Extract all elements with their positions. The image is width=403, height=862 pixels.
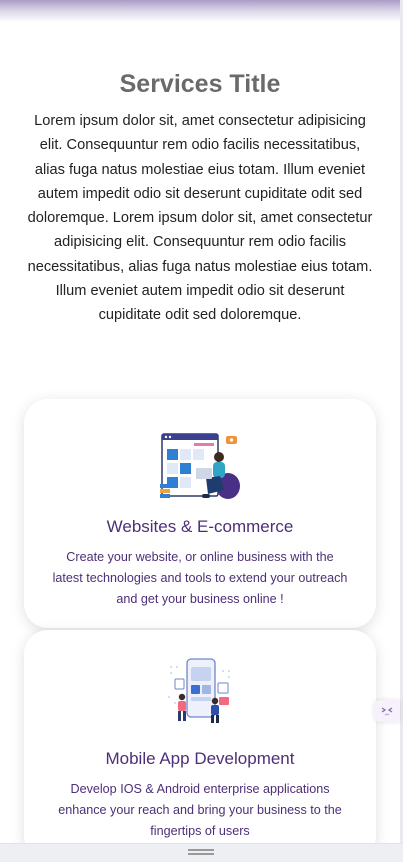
drag-handle-icon[interactable] — [188, 849, 214, 855]
header-gradient-bar — [0, 0, 403, 22]
service-card-mobile-app[interactable]: Mobile App Development Develop IOS & And… — [24, 630, 376, 860]
side-widget-tab[interactable] — [374, 700, 400, 722]
widget-face-icon — [381, 707, 393, 716]
bottom-drag-bar[interactable] — [0, 843, 403, 862]
card-title-websites: Websites & E-commerce — [106, 517, 294, 536]
card-title-mobile-app: Mobile App Development — [105, 749, 295, 768]
card-description-mobile-app: Develop IOS & Android enterprise applica… — [58, 782, 342, 838]
mobile-app-illustration-icon — [168, 658, 230, 723]
service-card-websites[interactable]: Websites & E-commerce Create your websit… — [24, 399, 376, 628]
website-ecommerce-illustration-icon — [160, 433, 240, 499]
card-description-websites: Create your website, or online business … — [52, 550, 348, 606]
services-description: Lorem ipsum dolor sit, amet consectetur … — [27, 113, 373, 324]
services-section: Services Title Lorem ipsum dolor sit, am… — [0, 70, 400, 328]
services-title: Services Title — [119, 70, 281, 98]
